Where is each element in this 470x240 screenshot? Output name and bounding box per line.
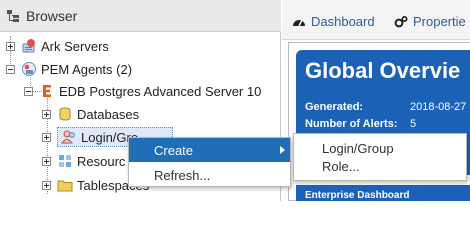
- submenu-item-role-label: Role...: [322, 158, 360, 174]
- tree-node-pem-agents[interactable]: PEM Agents (2): [6, 58, 132, 80]
- generated-label: Generated:: [305, 101, 364, 113]
- browser-tree-icon: [6, 9, 20, 23]
- collapse-icon[interactable]: [6, 64, 15, 74]
- dashboard-gauge-icon: [292, 15, 306, 29]
- expand-icon[interactable]: [42, 132, 51, 142]
- tab-properties[interactable]: Propertie: [394, 14, 466, 29]
- menu-item-create[interactable]: Create: [129, 138, 290, 162]
- tab-dashboard-label: Dashboard: [311, 14, 375, 29]
- browser-title: Browser: [26, 7, 78, 24]
- expand-icon[interactable]: [42, 180, 51, 190]
- pem-agent-icon: [21, 61, 37, 77]
- generated-value: 2018-08-27: [410, 101, 467, 113]
- gears-icon: [394, 15, 408, 29]
- expand-icon[interactable]: [42, 156, 51, 166]
- enterprise-dashboard-title: Enterprise Dashboard: [305, 190, 410, 201]
- create-submenu: Login/Group Role...: [293, 133, 467, 181]
- dashboard-title: Global Overvie: [305, 58, 461, 83]
- context-menu: Create Refresh...: [128, 137, 291, 187]
- menu-item-refresh-label: Refresh...: [154, 167, 211, 183]
- expand-icon[interactable]: [42, 109, 51, 119]
- expand-icon[interactable]: [6, 41, 15, 51]
- databases-icon: [57, 106, 73, 122]
- cloud-servers-icon: [21, 38, 37, 54]
- menu-item-create-label: Create: [154, 142, 194, 158]
- tree-node-ark-servers[interactable]: Ark Servers: [6, 35, 109, 57]
- submenu-arrow-icon: [280, 146, 285, 154]
- tab-dashboard[interactable]: Dashboard: [292, 14, 375, 29]
- resource-groups-icon: [57, 153, 73, 169]
- collapse-icon[interactable]: [24, 86, 33, 96]
- alerts-count-value: 5: [410, 118, 417, 130]
- edb-logo-icon: [39, 83, 55, 99]
- login-group-icon: [61, 129, 77, 145]
- tree-node-edb-server[interactable]: EDB Postgres Advanced Server 10: [24, 80, 261, 102]
- tree-node-databases[interactable]: Databases: [42, 103, 139, 125]
- tab-bar: Dashboard Propertie: [282, 0, 470, 40]
- submenu-item-login-group-label: Login/Group: [322, 140, 394, 156]
- submenu-item-role[interactable]: Role...: [294, 156, 466, 176]
- tree-node-resource-groups[interactable]: Resourc: [42, 150, 125, 172]
- menu-item-refresh[interactable]: Refresh...: [129, 163, 290, 187]
- submenu-item-login-group[interactable]: Login/Group: [294, 138, 466, 158]
- alerts-count-label: Number of Alerts:: [305, 118, 398, 130]
- browser-header: Browser: [0, 0, 281, 32]
- tab-properties-label: Propertie: [413, 14, 466, 29]
- tablespaces-folder-icon: [57, 177, 73, 193]
